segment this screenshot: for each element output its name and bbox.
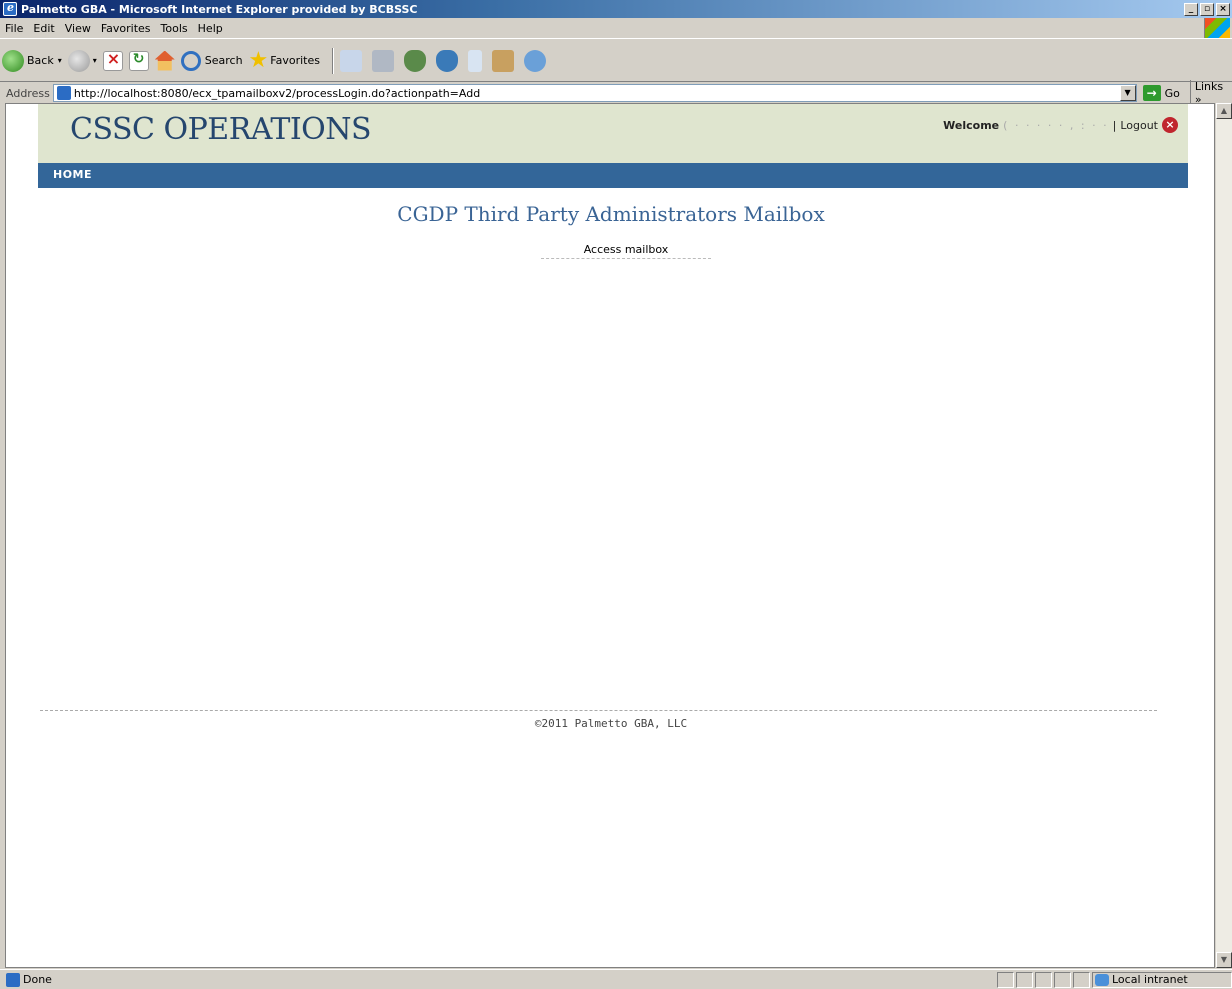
- print-icon[interactable]: [371, 49, 394, 72]
- logout-link[interactable]: Logout: [1120, 119, 1158, 132]
- status-panel: [1035, 971, 1052, 988]
- status-panel: [1016, 971, 1033, 988]
- welcome-area: Welcome ( · · · · · , : · · | Logout ×: [943, 117, 1178, 133]
- status-panel: [1054, 971, 1071, 988]
- page-title: CGDP Third Party Administrators Mailbox: [397, 202, 825, 226]
- messenger-icon[interactable]: [523, 49, 546, 72]
- research-icon[interactable]: [491, 49, 514, 72]
- address-label: Address: [6, 86, 50, 100]
- menu-edit[interactable]: Edit: [28, 22, 59, 35]
- search-button[interactable]: Search: [180, 50, 243, 71]
- address-bar: Address http://localhost:8080/ecx_tpamai…: [0, 80, 1232, 106]
- stop-button[interactable]: [102, 49, 123, 71]
- shield-icon[interactable]: [403, 49, 426, 72]
- stop-icon: [102, 49, 123, 71]
- shield-blue-icon[interactable]: [435, 49, 458, 72]
- window-title-bar: Palmetto GBA - Microsoft Internet Explor…: [0, 0, 1232, 18]
- address-dropdown-button[interactable]: ▼: [1119, 85, 1136, 101]
- vertical-scrollbar[interactable]: ▲ ▼: [1215, 103, 1232, 968]
- windows-logo-icon: [1204, 18, 1230, 38]
- welcome-separator: |: [1112, 118, 1117, 132]
- menu-view[interactable]: View: [60, 22, 96, 35]
- back-button[interactable]: Back ▾: [2, 49, 62, 72]
- cursor-icon[interactable]: [467, 49, 482, 72]
- window-title: Palmetto GBA - Microsoft Internet Explor…: [21, 2, 418, 16]
- address-url[interactable]: http://localhost:8080/ecx_tpamailboxv2/p…: [74, 87, 1120, 100]
- standard-toolbar: Back ▾ ▾ Search ★ Favorites: [0, 40, 1232, 82]
- search-icon: [180, 50, 201, 71]
- intranet-icon: [1095, 973, 1109, 986]
- page-done-icon: [6, 972, 20, 987]
- menu-bar: File Edit View Favorites Tools Help: [0, 18, 1232, 39]
- star-icon: ★: [248, 47, 269, 73]
- search-label: Search: [204, 54, 243, 67]
- refresh-button[interactable]: [128, 50, 149, 71]
- favorites-button[interactable]: ★ Favorites: [248, 47, 320, 73]
- back-arrow-icon: [2, 49, 24, 72]
- site-logo[interactable]: CSSC OPERATIONS: [70, 112, 372, 147]
- zone-label: Local intranet: [1112, 973, 1188, 986]
- favorites-label: Favorites: [270, 54, 320, 67]
- access-mailbox-link[interactable]: Access mailbox: [541, 243, 711, 259]
- address-input[interactable]: http://localhost:8080/ecx_tpamailboxv2/p…: [52, 84, 1137, 102]
- status-bar: Done Local intranet: [0, 969, 1232, 989]
- go-button[interactable]: → Go: [1142, 85, 1180, 101]
- welcome-label: Welcome: [943, 118, 1000, 132]
- site-header: CSSC OPERATIONS Welcome ( · · · · · , : …: [38, 104, 1188, 163]
- main-nav-bar: HOME: [38, 163, 1188, 188]
- status-panel: [1073, 971, 1090, 988]
- go-arrow-icon: →: [1142, 85, 1161, 101]
- footer-copyright: ©2011 Palmetto GBA, LLC: [534, 717, 688, 730]
- mail-icon[interactable]: [339, 49, 362, 72]
- menu-tools[interactable]: Tools: [156, 22, 193, 35]
- security-zone: Local intranet: [1092, 971, 1232, 988]
- forward-arrow-icon: [67, 49, 90, 72]
- status-panel: [997, 971, 1014, 988]
- go-label: Go: [1164, 86, 1180, 100]
- maximize-button[interactable]: ▫: [1200, 2, 1214, 16]
- forward-button[interactable]: ▾: [67, 49, 97, 72]
- home-icon: [154, 50, 175, 71]
- menu-favorites[interactable]: Favorites: [96, 22, 156, 35]
- toolbar-separator: [331, 47, 334, 74]
- back-label: Back: [27, 54, 54, 67]
- logout-close-icon[interactable]: ×: [1162, 117, 1178, 133]
- page-icon: [56, 86, 71, 100]
- refresh-icon: [128, 50, 149, 71]
- nav-home-link[interactable]: HOME: [53, 168, 92, 181]
- menu-file[interactable]: File: [0, 22, 28, 35]
- close-window-button[interactable]: ×: [1216, 2, 1230, 16]
- page-viewport: CSSC OPERATIONS Welcome ( · · · · · , : …: [5, 103, 1215, 968]
- status-text: Done: [23, 973, 52, 986]
- scroll-down-button[interactable]: ▼: [1216, 952, 1232, 968]
- home-button[interactable]: [154, 50, 175, 71]
- footer-divider: [40, 710, 1157, 711]
- scroll-up-button[interactable]: ▲: [1216, 103, 1232, 119]
- menu-help[interactable]: Help: [193, 22, 228, 35]
- minimize-button[interactable]: _: [1184, 2, 1198, 16]
- welcome-username: ( · · · · · , : · ·: [1003, 118, 1109, 132]
- ie-app-icon: [3, 1, 17, 16]
